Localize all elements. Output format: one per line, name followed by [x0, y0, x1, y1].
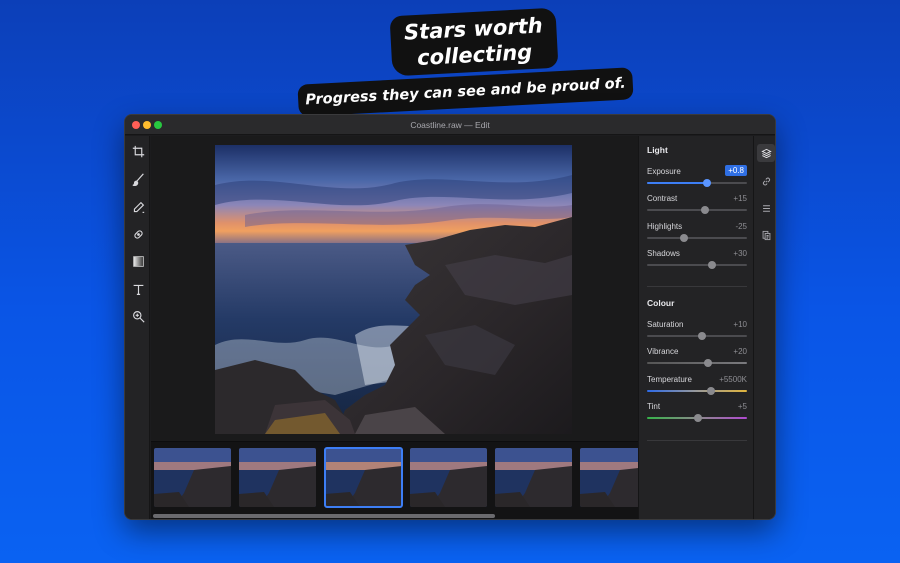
slider-track[interactable] — [647, 414, 747, 422]
filmstrip-thumbnail[interactable] — [154, 448, 231, 507]
slider-knob[interactable] — [694, 414, 702, 422]
main-photo[interactable] — [215, 145, 572, 434]
gradient-icon[interactable] — [130, 253, 146, 269]
headline-title: Stars worth collecting — [389, 7, 559, 77]
adjustment-value: +20 — [733, 347, 747, 356]
slider-track[interactable] — [647, 387, 747, 395]
slider-fill — [647, 182, 707, 184]
adjustment-value: +10 — [733, 320, 747, 329]
light-section-title: Light — [647, 145, 668, 155]
colour-section-title: Colour — [647, 298, 675, 308]
zoom-icon[interactable] — [130, 308, 146, 324]
slider-track[interactable] — [647, 359, 747, 367]
filmstrip-thumbnail[interactable] — [239, 448, 316, 507]
presets-icon[interactable] — [757, 226, 775, 244]
panel-switcher — [753, 136, 775, 519]
layers-icon[interactable] — [757, 144, 775, 162]
brush-icon[interactable] — [130, 171, 146, 187]
adjustment-label: Contrast — [647, 194, 678, 203]
filmstrip — [151, 441, 638, 519]
adjustment-value: -25 — [735, 222, 747, 231]
adjustment-label: Temperature — [647, 375, 692, 384]
slider-knob[interactable] — [708, 261, 716, 269]
temperature-slider[interactable]: Temperature +5500K — [647, 375, 747, 401]
slider-track[interactable] — [647, 206, 747, 214]
adjustment-label: Saturation — [647, 320, 684, 329]
slider-track[interactable] — [647, 234, 747, 242]
filmstrip-thumbnail[interactable] — [410, 448, 487, 507]
link-icon[interactable] — [757, 172, 775, 190]
vibrance-slider[interactable]: Vibrance +20 — [647, 347, 747, 373]
slider-knob[interactable] — [698, 332, 706, 340]
slider-knob[interactable] — [701, 206, 709, 214]
contrast-slider[interactable]: Contrast +15 — [647, 194, 747, 220]
adjustment-value: +5 — [737, 402, 747, 411]
list-icon[interactable] — [757, 199, 775, 217]
exposure-slider[interactable]: Exposure +0.8 — [647, 165, 747, 193]
section-divider — [647, 440, 747, 441]
slider-knob[interactable] — [707, 387, 715, 395]
highlights-slider[interactable]: Highlights -25 — [647, 222, 747, 248]
filmstrip-thumbnail[interactable] — [580, 448, 638, 507]
slider-knob[interactable] — [704, 359, 712, 367]
adjustment-value: +30 — [733, 249, 747, 258]
adjustment-label: Exposure — [647, 167, 681, 176]
slider-knob[interactable] — [703, 179, 711, 187]
crop-icon[interactable] — [130, 143, 146, 159]
tool-bar — [125, 136, 150, 519]
window-title: Coastline.raw — Edit — [410, 120, 490, 130]
adjustment-label: Highlights — [647, 222, 683, 231]
section-divider — [647, 286, 747, 287]
filmstrip-thumbnail-selected[interactable] — [324, 447, 403, 508]
image-canvas[interactable] — [151, 136, 638, 441]
adjustments-panel: Light Exposure +0.8 Contrast +15 Highlig… — [638, 136, 753, 519]
slider-track[interactable] — [647, 261, 747, 269]
filmstrip-scrollbar[interactable] — [151, 514, 638, 519]
headline-subtitle: Progress they can see and be proud of. — [297, 67, 634, 117]
adjustment-label: Tint — [647, 402, 661, 411]
adjustment-value: +5500K — [719, 375, 747, 384]
shadows-slider[interactable]: Shadows +30 — [647, 249, 747, 275]
filmstrip-thumbnail[interactable] — [495, 448, 572, 507]
tint-slider[interactable]: Tint +5 — [647, 402, 747, 428]
adjustment-label: Shadows — [647, 249, 680, 258]
title-bar: Coastline.raw — Edit — [125, 115, 775, 135]
slider-track[interactable] — [647, 332, 747, 340]
slider-knob[interactable] — [680, 234, 688, 242]
filmstrip-scroll-thumb[interactable] — [153, 514, 495, 518]
editor-window: Coastline.raw — Edit Light Exposure +0.8… — [124, 114, 776, 520]
slider-track[interactable] — [647, 179, 747, 187]
adjustment-value[interactable]: +0.8 — [725, 165, 747, 176]
heal-icon[interactable] — [130, 226, 146, 242]
adjustment-value: +15 — [733, 194, 747, 203]
eyedropper-icon[interactable] — [130, 199, 146, 215]
adjustment-label: Vibrance — [647, 347, 679, 356]
saturation-slider[interactable]: Saturation +10 — [647, 320, 747, 346]
text-icon[interactable] — [130, 281, 146, 297]
